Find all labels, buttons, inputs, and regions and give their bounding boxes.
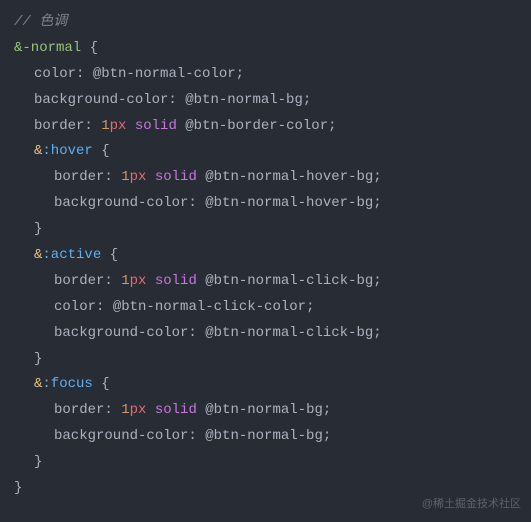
code-line: &:hover {: [14, 139, 517, 165]
code-line: background-color: @btn-normal-bg;: [14, 88, 517, 114]
code-line: border: 1px solid @btn-normal-hover-bg;: [14, 165, 517, 191]
code-line: color: @btn-normal-color;: [14, 62, 517, 88]
code-line: // 色调: [14, 10, 517, 36]
code-line: border: 1px solid @btn-normal-click-bg;: [14, 269, 517, 295]
code-line: &-normal {: [14, 36, 517, 62]
code-line: border: 1px solid @btn-normal-bg;: [14, 398, 517, 424]
code-line: &:active {: [14, 243, 517, 269]
code-line: border: 1px solid @btn-border-color;: [14, 114, 517, 140]
code-line: }: [14, 347, 517, 373]
pseudo-focus: :focus: [42, 376, 92, 392]
pseudo-hover: :hover: [42, 143, 92, 159]
code-line: }: [14, 217, 517, 243]
pseudo-active: :active: [42, 247, 101, 263]
code-line: background-color: @btn-normal-bg;: [14, 424, 517, 450]
code-line: color: @btn-normal-click-color;: [14, 295, 517, 321]
code-line: background-color: @btn-normal-hover-bg;: [14, 191, 517, 217]
watermark: @稀土掘金技术社区: [422, 494, 521, 514]
code-line: }: [14, 450, 517, 476]
selector: &-normal: [14, 40, 81, 56]
comment: // 色调: [14, 14, 67, 30]
code-block: // 色调 &-normal { color: @btn-normal-colo…: [14, 10, 517, 502]
code-line: background-color: @btn-normal-click-bg;: [14, 321, 517, 347]
code-line: &:focus {: [14, 372, 517, 398]
